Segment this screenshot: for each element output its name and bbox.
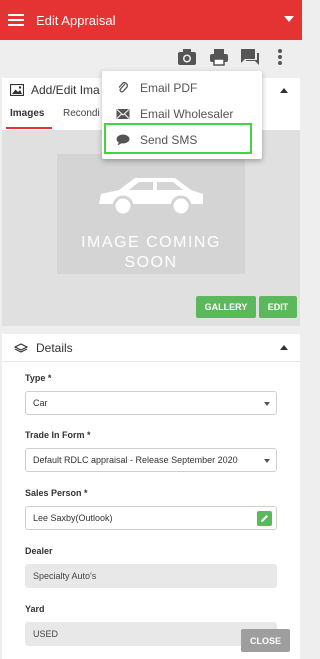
gallery-button[interactable]: GALLERY: [196, 296, 256, 318]
menu-item-email-pdf[interactable]: Email PDF: [102, 75, 262, 101]
image-area: IMAGE COMING SOON GALLERY EDIT: [2, 130, 300, 326]
image-placeholder: IMAGE COMING SOON: [57, 154, 245, 274]
yard-label: Yard: [25, 604, 45, 614]
placeholder-text-line2: SOON: [124, 254, 178, 271]
details-title: Details: [36, 340, 73, 355]
yard-field: USED: [25, 622, 277, 646]
sales-person-value: Lee Saxby(Outlook): [33, 513, 113, 523]
images-card-title: Add/Edit Ima: [31, 83, 100, 97]
dealer-label: Dealer: [25, 546, 53, 556]
menu-icon[interactable]: [8, 14, 24, 26]
placeholder-text-line1: IMAGE COMING: [81, 234, 221, 251]
image-icon: [10, 84, 24, 96]
trade-in-form-value: Default RDLC appraisal - Release Septemb…: [33, 455, 238, 465]
type-value: Car: [33, 398, 48, 408]
details-body: Type * Car Trade In Form * Default RDLC …: [2, 362, 300, 659]
chevron-down-icon: [264, 459, 270, 463]
app-bar: Edit Appraisal: [0, 0, 302, 40]
collapse-icon[interactable]: [280, 88, 288, 93]
tab-images[interactable]: Images: [10, 108, 44, 119]
chevron-down-icon: [264, 402, 270, 406]
details-card-header: Details: [2, 334, 300, 362]
layers-icon: [14, 342, 28, 353]
chevron-down-icon[interactable]: [284, 16, 294, 22]
active-tab-indicator: [6, 127, 52, 129]
envelope-icon: [116, 109, 130, 119]
car-icon: [99, 178, 203, 217]
yard-value: USED: [33, 629, 59, 639]
sales-person-label: Sales Person *: [25, 488, 88, 498]
edit-sales-person-button[interactable]: [257, 511, 272, 526]
paperclip-icon: [118, 82, 128, 93]
print-icon[interactable]: [209, 48, 229, 66]
dealer-value: Specialty Auto's: [33, 571, 97, 581]
dealer-field: Specialty Auto's: [25, 564, 277, 588]
chat-icon[interactable]: [240, 48, 260, 66]
menu-item-label: Email PDF: [140, 81, 198, 95]
page-title: Edit Appraisal: [36, 12, 116, 28]
sales-person-field[interactable]: Lee Saxby(Outlook): [25, 506, 277, 530]
type-label: Type *: [25, 373, 52, 383]
more-vert-icon[interactable]: [276, 48, 284, 66]
camera-icon[interactable]: [177, 48, 197, 66]
selection-highlight: [104, 123, 252, 154]
type-select[interactable]: Car: [25, 391, 277, 415]
tab-recondition[interactable]: Recondi: [63, 108, 100, 119]
trade-in-form-label: Trade In Form *: [25, 430, 91, 440]
pencil-icon: [261, 515, 268, 522]
close-button[interactable]: CLOSE: [241, 629, 290, 652]
edit-images-button[interactable]: EDIT: [259, 296, 297, 318]
menu-item-label: Email Wholesaler: [140, 107, 234, 121]
trade-in-form-select[interactable]: Default RDLC appraisal - Release Septemb…: [25, 448, 277, 472]
collapse-details-icon[interactable]: [280, 345, 288, 350]
